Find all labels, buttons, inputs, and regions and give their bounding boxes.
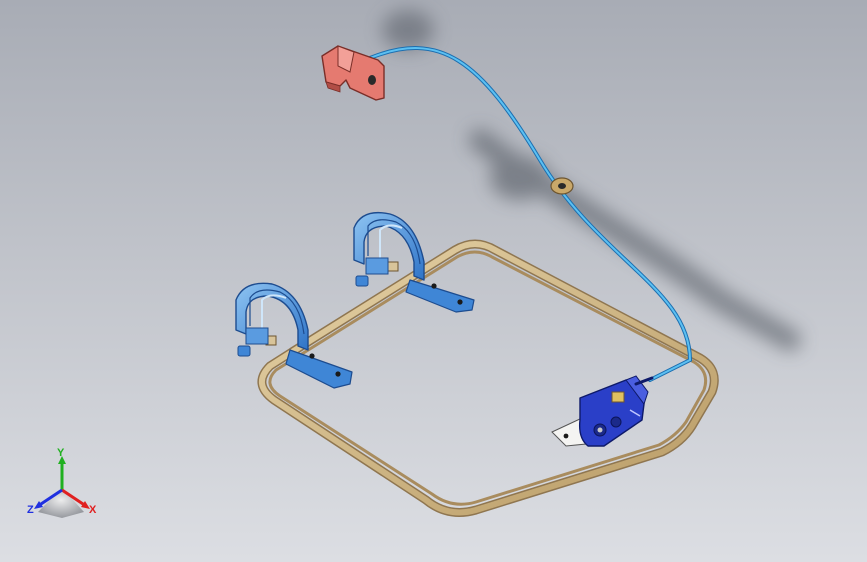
z-axis-label: Z: [27, 504, 34, 516]
cable-clip[interactable]: [550, 177, 574, 195]
saddle-bracket-front[interactable]: [235, 282, 353, 389]
release-actuator[interactable]: [551, 375, 654, 447]
x-axis-label: X: [89, 504, 97, 516]
axis-triad[interactable]: Y X Z: [22, 448, 106, 528]
cad-graphics-viewport[interactable]: Y X Z: [0, 0, 867, 562]
model-scene[interactable]: [0, 0, 867, 562]
triad-graphic: [34, 456, 90, 518]
y-axis-label: Y: [57, 447, 65, 459]
